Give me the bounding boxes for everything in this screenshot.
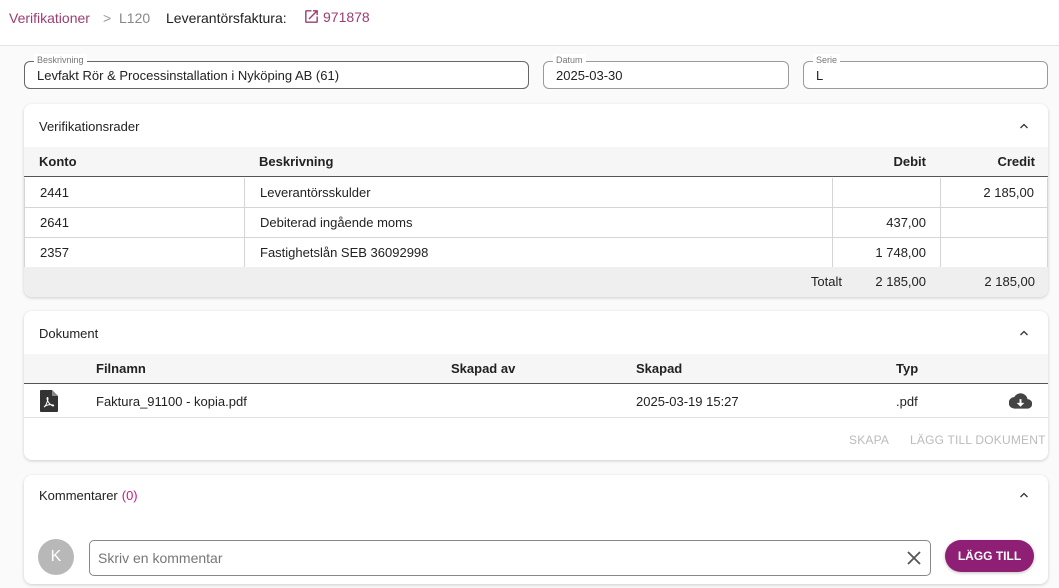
description-cell[interactable]: Leverantörsskulder [244, 178, 832, 208]
document-created: 2025-03-19 15:27 [636, 394, 739, 409]
header-skapad: Skapad [636, 361, 683, 376]
credit-cell[interactable] [940, 238, 1048, 268]
description-field[interactable]: Beskrivning Levfakt Rör & Processinstall… [24, 54, 529, 89]
account-cell[interactable]: 2441 [24, 178, 245, 208]
document-filename[interactable]: Faktura_91100 - kopia.pdf [96, 394, 247, 409]
header-typ: Typ [896, 361, 919, 376]
description-cell[interactable]: Fastighetslån SEB 36092998 [244, 238, 832, 268]
credit-cell[interactable] [940, 208, 1048, 238]
add-document-button[interactable]: LÄGG TILL DOKUMENT [910, 433, 1046, 447]
header-filnamn: Filnamn [96, 361, 146, 376]
header-konto: Konto [39, 154, 77, 169]
verification-rows-card: Verifikationsrader Konto Beskrivning Deb… [24, 104, 1048, 297]
chevron-up-icon[interactable] [1018, 327, 1030, 339]
comment-input-box[interactable] [89, 540, 931, 576]
invoice-link[interactable]: 971878 [303, 8, 370, 25]
account-cell[interactable]: 2641 [24, 208, 245, 238]
add-comment-button[interactable]: LÄGG TILL [945, 540, 1034, 572]
series-field[interactable]: Serie L [803, 54, 1048, 89]
account-cell[interactable]: 2357 [24, 238, 245, 268]
debit-cell[interactable] [832, 178, 941, 208]
comments-title: Kommentarer (0) [39, 488, 138, 503]
top-bar: Verifikationer > L120 Leverantörsfaktura… [0, 0, 1059, 46]
chevron-up-icon[interactable] [1018, 489, 1030, 501]
series-field-value: L [816, 68, 824, 83]
description-field-label: Beskrivning [34, 54, 87, 66]
pdf-file-icon [40, 390, 58, 412]
header-debit: Debit [893, 154, 927, 169]
total-credit: 2 185,00 [984, 274, 1035, 289]
debit-cell[interactable]: 437,00 [832, 208, 941, 238]
breadcrumb-current: L120 [119, 10, 151, 26]
clear-icon[interactable] [907, 551, 921, 565]
comments-card: Kommentarer(0) K LÄGG TILL [24, 475, 1048, 584]
documents-table-header: Filnamn Skapad av Skapad Typ [24, 354, 1048, 384]
avatar: K [38, 539, 74, 575]
description-field-value: Levfakt Rör & Processinstallation i Nykö… [37, 68, 340, 83]
verification-table-header: Konto Beskrivning Debit Credit [24, 147, 1048, 177]
main-content: Beskrivning Levfakt Rör & Processinstall… [0, 46, 1059, 588]
comment-input[interactable] [98, 548, 898, 568]
breadcrumb-verifikationer[interactable]: Verifikationer [9, 10, 90, 26]
external-link-icon [305, 10, 318, 23]
documents-title: Dokument [39, 326, 99, 341]
date-field-value: 2025-03-30 [556, 68, 623, 83]
description-cell[interactable]: Debiterad ingående moms [244, 208, 832, 238]
verification-rows-title: Verifikationsrader [39, 119, 140, 134]
comments-count: (0) [121, 488, 138, 503]
total-label: Totalt [810, 274, 842, 289]
invoice-number: 971878 [323, 8, 370, 25]
table-row[interactable]: 2441 Leverantörsskulder 2 185,00 [24, 178, 1048, 208]
comments-title-label: Kommentarer [39, 488, 118, 503]
header-credit: Credit [997, 154, 1035, 169]
credit-cell[interactable]: 2 185,00 [940, 178, 1048, 208]
document-row[interactable]: Faktura_91100 - kopia.pdf 2025-03-19 15:… [24, 385, 1048, 418]
create-button[interactable]: SKAPA [849, 433, 889, 447]
document-type: .pdf [896, 394, 918, 409]
debit-cell[interactable]: 1 748,00 [832, 238, 941, 268]
documents-card: Dokument Filnamn Skapad av Skapad Typ Fa… [24, 311, 1048, 460]
total-row: Totalt 2 185,00 2 185,00 [24, 267, 1048, 297]
table-row[interactable]: 2357 Fastighetslån SEB 36092998 1 748,00 [24, 238, 1048, 268]
header-skapad-av: Skapad av [451, 361, 516, 376]
total-debit: 2 185,00 [875, 274, 926, 289]
table-row[interactable]: 2641 Debiterad ingående moms 437,00 [24, 208, 1048, 238]
date-field[interactable]: Datum 2025-03-30 [543, 54, 789, 89]
series-field-label: Serie [813, 54, 841, 66]
date-field-label: Datum [553, 54, 586, 66]
cloud-download-icon[interactable] [1009, 392, 1032, 410]
invoice-label: Leverantörsfaktura: [166, 10, 287, 26]
breadcrumb-separator: > [103, 10, 112, 26]
header-beskrivning: Beskrivning [259, 154, 334, 169]
chevron-up-icon[interactable] [1018, 120, 1030, 132]
